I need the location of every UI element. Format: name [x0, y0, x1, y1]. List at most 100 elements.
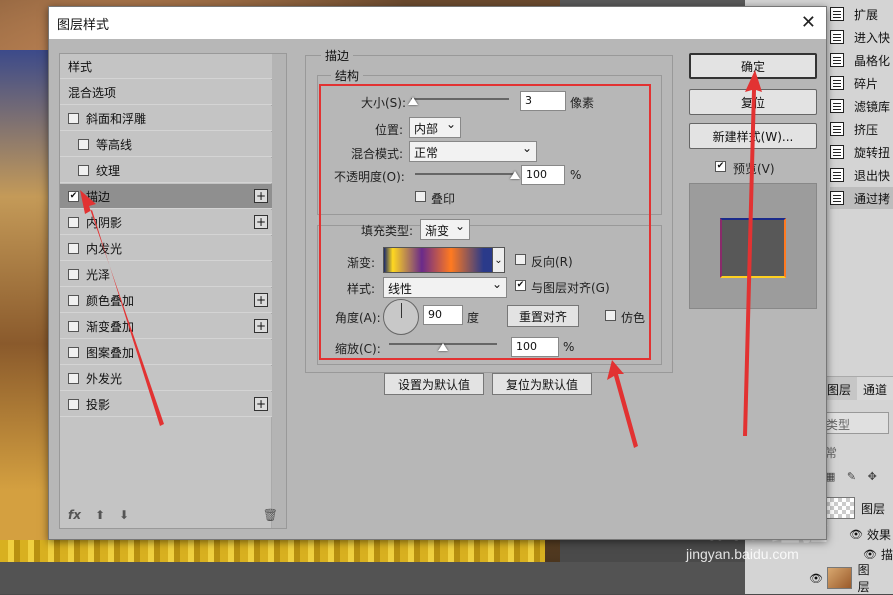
new-style-button[interactable]: 新建样式(W)... [689, 123, 817, 149]
scale-field[interactable]: 100 [511, 337, 559, 357]
angle-dial[interactable] [383, 299, 419, 335]
style-list-label: 投影 [86, 397, 111, 412]
add-effect-plus-icon[interactable]: + [254, 319, 268, 333]
angle-unit: 度 [467, 311, 480, 325]
action-item[interactable]: 旋转扭 [830, 141, 893, 163]
chevron-down-icon[interactable]: ⌄ [493, 247, 505, 273]
move-up-icon[interactable]: ⬆ [95, 508, 105, 522]
align-label: 与图层对齐(G) [531, 281, 610, 295]
action-item[interactable]: 进入快 [830, 26, 893, 48]
add-effect-plus-icon[interactable]: + [254, 189, 268, 203]
position-select[interactable]: 内部 [409, 117, 461, 138]
action-item[interactable]: 晶格化 [830, 49, 893, 71]
style-list-item[interactable]: 光泽 [60, 262, 272, 287]
style-list-item[interactable]: 外发光 [60, 366, 272, 391]
action-item[interactable]: 扩展 [830, 3, 893, 25]
ok-button[interactable]: 确定 [689, 53, 817, 79]
angle-label: 角度(A): [335, 311, 381, 325]
style-list-item[interactable]: 混合选项 [60, 80, 272, 105]
reset-default-button[interactable]: 复位为默认值 [492, 373, 592, 395]
layers-tabs: 图层 通道 [821, 376, 893, 400]
style-checkbox[interactable] [68, 320, 79, 332]
style-checkbox[interactable] [68, 372, 79, 384]
make-default-button[interactable]: 设置为默认值 [384, 373, 484, 395]
stroke-group-title: 描边 [321, 47, 354, 64]
style-checkbox[interactable] [68, 268, 79, 280]
style-checkbox[interactable] [68, 112, 79, 124]
style-list-item[interactable]: 内阴影 + [60, 210, 272, 235]
trash-icon[interactable]: 🗑 [263, 508, 278, 522]
eye-icon[interactable]: 👁 [849, 528, 863, 541]
style-list-item[interactable]: 等高线 [60, 132, 272, 157]
angle-field[interactable]: 90 [423, 305, 463, 325]
overprint-checkbox[interactable] [415, 191, 426, 202]
style-list-item[interactable]: 样式 [60, 54, 272, 79]
eye-icon[interactable]: 👁 [809, 572, 823, 585]
opacity-slider-knob[interactable] [510, 171, 520, 179]
fx-icon[interactable]: fx [68, 508, 81, 522]
style-list-label: 内阴影 [86, 215, 123, 230]
style-list-item[interactable]: 图案叠加 [60, 340, 272, 365]
style-list-label: 样式 [68, 59, 93, 74]
style-list-label: 颜色叠加 [86, 293, 135, 308]
gradient-swatch[interactable] [383, 247, 493, 273]
size-slider[interactable] [411, 98, 509, 100]
style-list-item[interactable]: 投影 + [60, 392, 272, 417]
style-list-item[interactable]: 斜面和浮雕 [60, 106, 272, 131]
style-checkbox[interactable] [68, 242, 79, 254]
style-checkbox[interactable] [78, 164, 89, 176]
scale-unit: % [563, 340, 575, 354]
style-list-label: 图案叠加 [86, 345, 135, 360]
style-list-item[interactable]: 渐变叠加 + [60, 314, 272, 339]
layer-row[interactable]: 👁 图层 [809, 563, 877, 594]
action-item[interactable]: 滤镜库 [830, 95, 893, 117]
size-field[interactable]: 3 [520, 91, 566, 111]
reset-align-button[interactable]: 重置对齐 [507, 305, 579, 327]
action-item[interactable]: 碎片 [830, 72, 893, 94]
opacity-slider[interactable] [415, 173, 515, 175]
action-item[interactable]: 退出快 [830, 164, 893, 186]
styles-list: fx ⬆ ⬇ 🗑 样式 混合选项 斜面和浮雕 等高线 纹理 ✔ 描边 + 内阴影 + 内发光 光泽 颜色… [59, 53, 287, 529]
add-effect-plus-icon[interactable]: + [254, 397, 268, 411]
action-icon [830, 76, 844, 90]
style-list-label: 内发光 [86, 241, 123, 256]
fill-type-select[interactable]: 渐变 [420, 219, 470, 240]
preview-checkbox[interactable]: ✔ [715, 161, 726, 172]
blend-mode-select[interactable]: 正常 [409, 141, 537, 162]
tab-channels[interactable]: 通道 [857, 377, 893, 400]
close-icon[interactable]: ✕ [801, 12, 816, 33]
style-list-item[interactable]: 内发光 [60, 236, 272, 261]
action-item[interactable]: 挤压 [830, 118, 893, 140]
structure-group-title: 结构 [331, 67, 364, 84]
style-checkbox[interactable] [68, 346, 79, 358]
style-list-item[interactable]: 纹理 [60, 158, 272, 183]
action-item-active[interactable]: 通过拷 [830, 187, 893, 209]
preview-label: 预览(V) [733, 162, 775, 176]
style-list-label: 纹理 [96, 163, 121, 178]
scale-slider-knob[interactable] [438, 343, 448, 351]
style-select[interactable]: 线性 [383, 277, 507, 298]
align-checkbox[interactable]: ✔ [515, 280, 526, 291]
style-checkbox[interactable] [68, 294, 79, 306]
style-list-item[interactable]: ✔ 描边 + [60, 184, 272, 209]
layer-row[interactable]: 图层 [825, 496, 893, 520]
style-checkbox[interactable]: ✔ [68, 190, 79, 202]
style-checkbox[interactable] [68, 398, 79, 410]
cancel-button[interactable]: 复位 [689, 89, 817, 115]
size-slider-knob[interactable] [407, 97, 418, 105]
style-checkbox[interactable] [68, 216, 79, 228]
reverse-checkbox[interactable] [515, 254, 526, 265]
move-down-icon[interactable]: ⬇ [119, 508, 129, 522]
styles-list-scrollbar[interactable] [271, 54, 286, 528]
size-unit: 像素 [570, 96, 595, 110]
opacity-field[interactable]: 100 [521, 165, 565, 185]
lock-icons: ▦ ✎ ✥ [825, 470, 881, 483]
eye-icon[interactable]: 👁 [863, 548, 877, 561]
layer-filter-select[interactable]: 类型 [821, 412, 889, 434]
add-effect-plus-icon[interactable]: + [254, 293, 268, 307]
add-effect-plus-icon[interactable]: + [254, 215, 268, 229]
style-checkbox[interactable] [78, 138, 89, 150]
style-list-item[interactable]: 颜色叠加 + [60, 288, 272, 313]
dither-checkbox[interactable] [605, 310, 616, 321]
reverse-label: 反向(R) [531, 255, 573, 269]
